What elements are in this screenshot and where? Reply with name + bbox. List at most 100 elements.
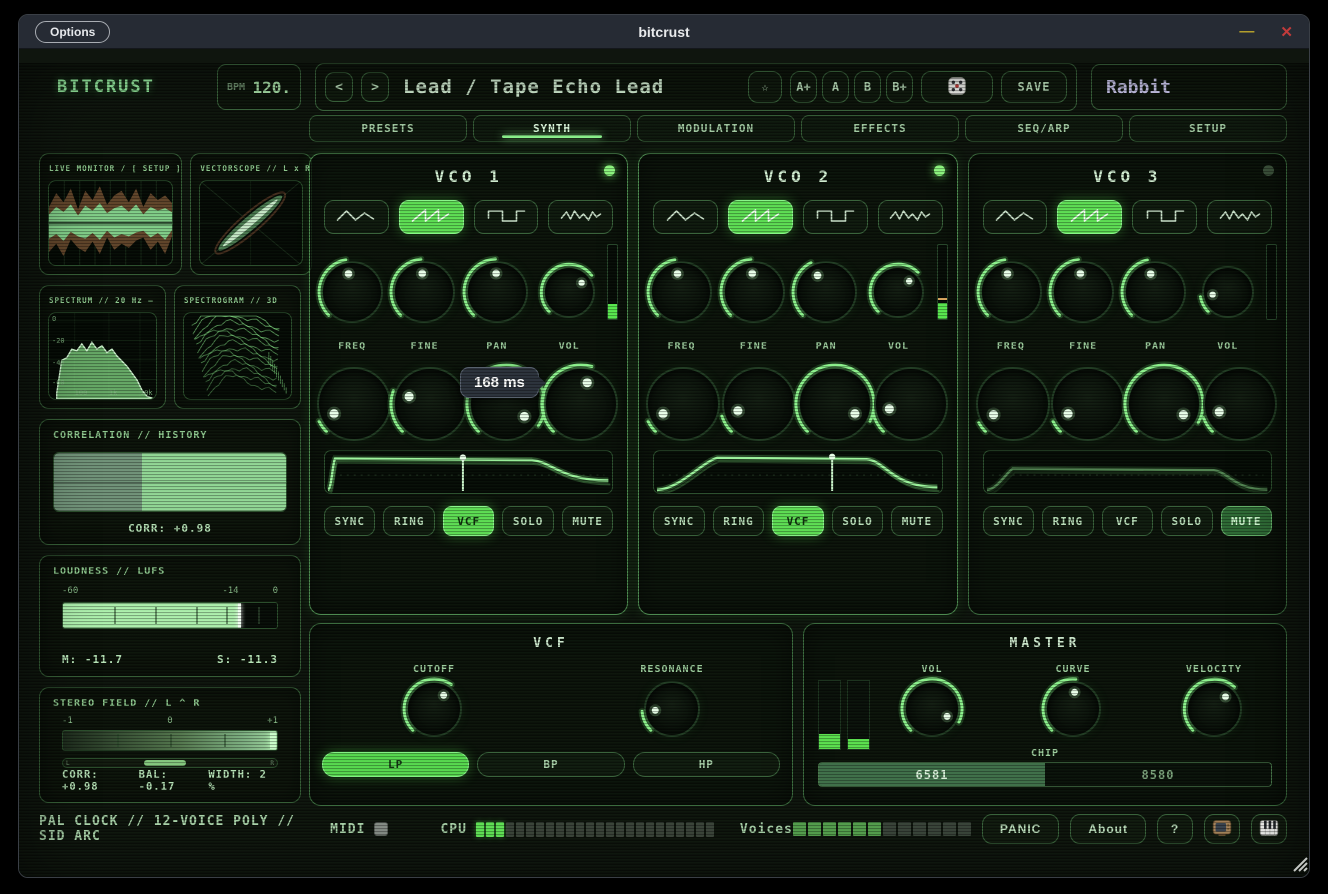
saw-wave-icon [1067,206,1113,229]
vco-3-ring-button[interactable]: RING [1042,506,1093,536]
vco-2-freq-knob[interactable] [650,261,712,323]
vco-3-fine-knob[interactable] [1052,261,1114,323]
vco-1-dec-knob[interactable] [393,367,467,441]
vco-3-vcf-button[interactable]: VCF [1102,506,1153,536]
vcf-mode-hp-button[interactable]: HP [633,752,780,777]
vco-3-dec-knob[interactable] [1051,367,1125,441]
compare-b--button[interactable]: B+ [886,71,913,103]
vco-2-wave-pulse-button[interactable] [803,200,868,234]
master-vol-knob[interactable] [904,681,960,737]
vco-2-fine-knob[interactable] [723,261,785,323]
tab-synth[interactable]: SYNTH [473,115,631,142]
vco-3-pan-knob[interactable] [1124,261,1186,323]
virtual-keyboard-button[interactable] [1251,814,1287,844]
vco-1-sync-button[interactable]: SYNC [324,506,375,536]
stereo-width-slider[interactable]: L R [62,758,278,768]
vco-2-sus-knob[interactable] [798,367,872,441]
help-button[interactable]: ? [1157,814,1193,844]
saw-wave-icon [408,206,454,229]
tab-effects[interactable]: EFFECTS [801,115,959,142]
vco-2-att-knob[interactable] [646,367,720,441]
compare-a--button[interactable]: A+ [790,71,817,103]
vco-2-sync-button[interactable]: SYNC [653,506,704,536]
vco-1-vcf-button[interactable]: VCF [443,506,494,536]
compare-a-button[interactable]: A [822,71,849,103]
vco-1-fine-knob[interactable] [393,261,455,323]
vco-3-wave-noise-button[interactable] [1207,200,1272,234]
loudness-meter [62,602,278,629]
vco-2-mute-button[interactable]: MUTE [891,506,942,536]
vco-2-pan-knob[interactable] [795,261,857,323]
vco-2-ring-button[interactable]: RING [713,506,764,536]
preset-name[interactable]: Lead / Tape Echo Lead [397,76,740,98]
crt-display-button[interactable] [1204,814,1240,844]
minimize-icon[interactable]: — [1239,23,1254,40]
resize-grip[interactable] [1290,854,1308,876]
randomize-button[interactable] [921,71,993,103]
vco-3-wave-saw-button[interactable] [1057,200,1122,234]
about-button[interactable]: About [1070,814,1146,844]
vco-1-pan-knob[interactable] [466,261,528,323]
vco-1-rel-knob[interactable] [544,367,618,441]
vco-1-wave-noise-button[interactable] [548,200,613,234]
chip-option-8580[interactable]: 8580 [1045,763,1271,786]
preset-author-field[interactable]: Rabbit [1091,64,1287,110]
vco-3-vol-knob[interactable] [1202,266,1254,318]
loudness-momentary: M: -11.7 [62,653,123,666]
vco-1-mute-button[interactable]: MUTE [562,506,613,536]
vco-2-dec-knob[interactable] [722,367,796,441]
vco-1-vol-knob[interactable] [543,266,595,318]
favorite-star-icon[interactable]: ☆ [748,71,782,103]
save-button[interactable]: SAVE [1001,71,1067,103]
preset-next-button[interactable]: > [361,72,389,102]
vco-1-att-knob[interactable] [317,367,391,441]
vco-2-wave-noise-button[interactable] [878,200,943,234]
vco-1-ring-button[interactable]: RING [383,506,434,536]
stereo-slider-handle[interactable] [144,760,186,766]
vco-3-wave-pulse-button[interactable] [1132,200,1197,234]
vco-3-sync-button[interactable]: SYNC [983,506,1034,536]
panic-button[interactable]: PANIC [982,814,1059,844]
preset-prev-button[interactable]: < [325,72,353,102]
vco-1-solo-button[interactable]: SOLO [502,506,553,536]
tab-presets[interactable]: PRESETS [309,115,467,142]
vcf-cutoff-knob[interactable] [406,681,462,737]
vco-3-solo-button[interactable]: SOLO [1161,506,1212,536]
master-velocity-knob[interactable] [1186,681,1242,737]
vco-2-solo-button[interactable]: SOLO [832,506,883,536]
vcf-title: VCF [310,636,792,651]
vco-1-wave-pulse-button[interactable] [474,200,539,234]
vco-2-vol-knob[interactable] [872,266,924,318]
vco-2-wave-triangle-button[interactable] [653,200,718,234]
vco-2-wave-saw-button[interactable] [728,200,793,234]
cpu-segment [666,822,674,837]
vco-3-freq-knob[interactable] [980,261,1042,323]
tab-setup[interactable]: SETUP [1129,115,1287,142]
vco-3-rel-knob[interactable] [1203,367,1277,441]
vco-1-wave-triangle-button[interactable] [324,200,389,234]
compare-b-button[interactable]: B [854,71,881,103]
options-button[interactable]: Options [35,21,110,43]
tab-modulation[interactable]: MODULATION [637,115,795,142]
vco-3-sus-knob[interactable] [1127,367,1201,441]
vcf-mode-bp-button[interactable]: BP [477,752,624,777]
close-icon[interactable]: ✕ [1280,23,1293,41]
master-vol-knob-cell: VOL [872,664,992,737]
vcf-resonance-knob[interactable] [644,681,700,737]
vco-2-rel-knob[interactable] [874,367,948,441]
vco-3-mute-button[interactable]: MUTE [1221,506,1272,536]
vco-1-wave-saw-button[interactable] [399,200,464,234]
vcf-mode-lp-button[interactable]: LP [322,752,469,777]
master-curve-knob[interactable] [1045,681,1101,737]
bpm-box[interactable]: BPM 120. [217,64,301,110]
vco-2-vcf-button[interactable]: VCF [772,506,823,536]
vco-3-att-knob[interactable] [976,367,1050,441]
master-title: MASTER [804,636,1286,651]
chip-option-6581[interactable]: 6581 [819,763,1045,786]
vco-1-freq-knob[interactable] [321,261,383,323]
correlation-title: CORRELATION // HISTORY [40,420,300,441]
cpu-segment [536,822,544,837]
tab-seq-arp[interactable]: SEQ/ARP [965,115,1123,142]
midi-label: MIDI [330,822,365,837]
vco-3-wave-triangle-button[interactable] [983,200,1048,234]
